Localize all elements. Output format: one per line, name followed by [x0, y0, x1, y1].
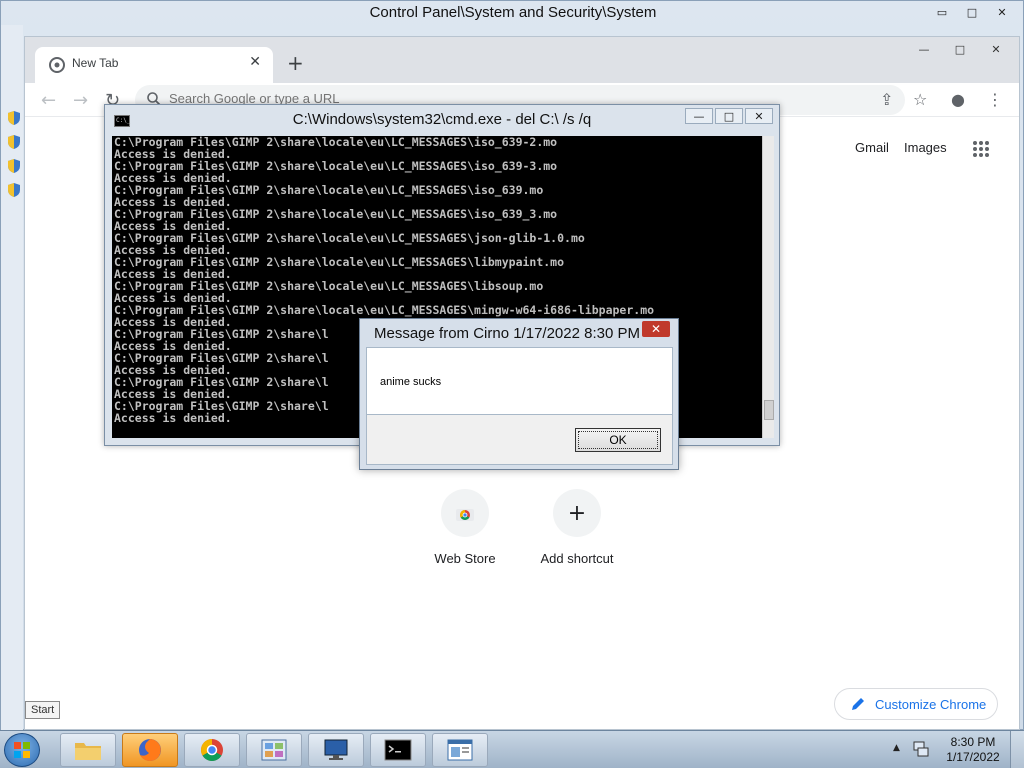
shield-icon[interactable] — [8, 111, 20, 125]
clock-time[interactable]: 8:30 PM — [948, 735, 998, 749]
apps-grid-icon[interactable] — [973, 141, 989, 157]
images-link[interactable]: Images — [904, 140, 947, 155]
pencil-icon — [852, 698, 864, 710]
folder-icon — [75, 743, 101, 760]
shortcut-label: Web Store — [434, 551, 496, 566]
dialog-message: anime sucks — [380, 376, 442, 388]
forward-arrow-icon[interactable]: → — [73, 90, 88, 111]
shield-icon[interactable] — [8, 135, 20, 149]
cmd-title: C:\Windows\system32\cmd.exe - del C:\ /s… — [292, 111, 592, 128]
shortcut-web-store[interactable]: Web Store — [410, 489, 520, 566]
taskbar-firefox-button[interactable] — [122, 733, 178, 767]
bookmark-star-icon[interactable]: ☆ — [913, 90, 927, 109]
start-button[interactable] — [4, 733, 40, 767]
ok-button[interactable]: OK — [575, 428, 661, 452]
taskbar-cmd-button[interactable] — [370, 733, 426, 767]
shield-icon[interactable] — [8, 159, 20, 173]
menu-kebab-icon[interactable]: ⋮ — [987, 90, 1003, 109]
scrollbar-thumb[interactable] — [764, 400, 774, 420]
shield-icon[interactable] — [8, 183, 20, 197]
gmail-link[interactable]: Gmail — [855, 140, 889, 155]
shortcut-add[interactable]: + Add shortcut — [522, 489, 632, 566]
new-tab-button[interactable]: + — [287, 51, 304, 75]
close-button[interactable]: ✕ — [983, 41, 1009, 59]
chrome-window-controls: — □ ✕ — [911, 41, 1009, 59]
tab-close-icon[interactable]: ✕ — [249, 54, 261, 70]
control-panel-icon — [261, 739, 287, 761]
close-icon[interactable]: ✕ — [642, 321, 670, 337]
show-desktop-button[interactable] — [1010, 731, 1024, 768]
profile-avatar-icon[interactable]: ● — [951, 90, 965, 109]
close-button[interactable]: ✕ — [989, 3, 1015, 21]
control-panel-title: Control Panel\System and Security\System — [369, 4, 657, 21]
customize-chrome-label: Customize Chrome — [875, 697, 987, 712]
tab-title: New Tab — [72, 56, 119, 70]
control-panel-window-controls: ▭ □ ✕ — [929, 3, 1015, 21]
back-arrow-icon[interactable]: ← — [41, 90, 56, 111]
plus-icon: + — [553, 489, 601, 537]
add-glyph: + — [567, 500, 587, 526]
chrome-favicon-icon — [49, 57, 65, 73]
taskbar-control-panel-button[interactable] — [246, 733, 302, 767]
dialog-body: anime sucks — [366, 347, 673, 415]
monitor-icon — [324, 739, 348, 760]
customize-chrome-button[interactable]: Customize Chrome — [834, 688, 998, 720]
cmd-window-controls: — □ ✕ — [685, 108, 773, 124]
minimize-button[interactable]: — — [911, 41, 937, 59]
windows-logo-icon — [14, 742, 30, 758]
chrome-tab-strip: New Tab ✕ + — □ ✕ — [25, 37, 1019, 83]
tray-expand-icon[interactable]: ▲ — [893, 743, 900, 753]
taskbar: ▲ 8:30 PM 1/17/2022 — [0, 730, 1024, 768]
close-button[interactable]: ✕ — [745, 108, 773, 124]
minimize-button[interactable]: — — [685, 108, 713, 124]
maximize-button[interactable]: □ — [947, 41, 973, 59]
taskbar-remote-button[interactable] — [308, 733, 364, 767]
minimize-button[interactable]: ▭ — [929, 3, 955, 21]
webstore-icon — [441, 489, 489, 537]
shortcut-label: Add shortcut — [540, 551, 614, 566]
start-tooltip: Start — [25, 701, 61, 719]
share-icon[interactable]: ⇪ — [880, 90, 893, 109]
network-icon[interactable] — [912, 740, 930, 758]
maximize-button[interactable]: □ — [959, 3, 985, 21]
chrome-icon — [201, 739, 223, 761]
message-dialog: Message from Cirno 1/17/2022 8:30 PM ✕ a… — [359, 318, 679, 470]
taskbar-window-button[interactable] — [432, 733, 488, 767]
control-panel-sidebar — [1, 25, 23, 731]
cmd-icon — [384, 739, 412, 761]
dialog-title: Message from Cirno 1/17/2022 8:30 PM — [374, 325, 640, 342]
taskbar-chrome-button[interactable] — [184, 733, 240, 767]
taskbar-explorer-button[interactable] — [60, 733, 116, 767]
tab-new-tab[interactable]: New Tab ✕ — [35, 47, 273, 83]
firefox-icon — [139, 739, 161, 761]
maximize-button[interactable]: □ — [715, 108, 743, 124]
window-icon — [447, 739, 473, 761]
clock-date[interactable]: 1/17/2022 — [944, 750, 1002, 764]
cmd-scrollbar[interactable] — [762, 136, 774, 438]
